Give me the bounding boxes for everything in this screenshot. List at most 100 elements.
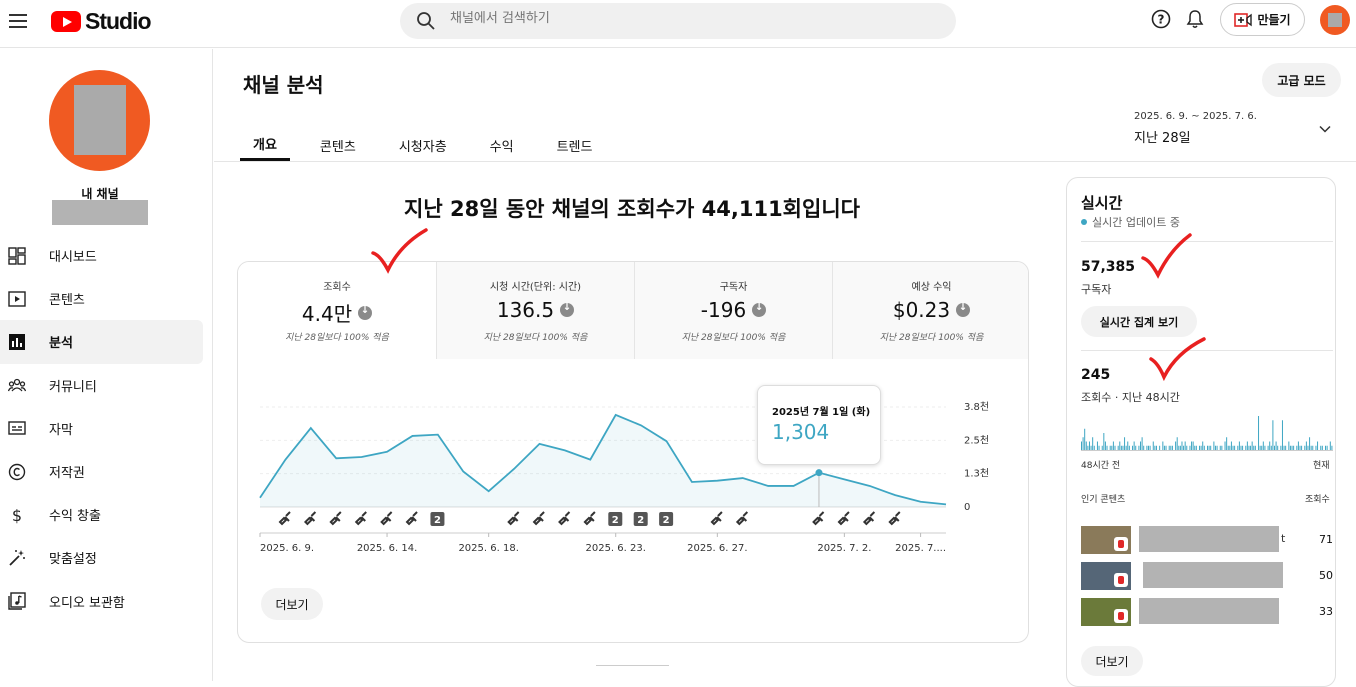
realtime-bar: [1275, 441, 1277, 450]
realtime-bar: [1280, 445, 1282, 450]
metric-value-row: 4.4만: [238, 298, 436, 327]
views-line-chart[interactable]: 0 1.3천 2.5천 3.8천 2 2 2 2 2025. 6. 9. 2025. 6. 14.…: [238, 359, 1029, 569]
metric-revenue[interactable]: 예상 수익 $0.23 지난 28일보다 100% 적음: [832, 262, 1028, 359]
sidebar-item-monetization[interactable]: $ 수익 창출: [0, 493, 203, 536]
realtime-bar: [1246, 441, 1248, 450]
sidebar-item-label: 대시보드: [49, 250, 97, 266]
popular-item[interactable]: 50: [1081, 562, 1333, 590]
realtime-bar-chart[interactable]: [1081, 406, 1333, 452]
tab-trends[interactable]: 트렌드: [544, 129, 606, 161]
popular-item[interactable]: t 71: [1081, 526, 1333, 554]
realtime-bar: [1259, 445, 1261, 450]
sidebar-item-subtitles[interactable]: 자막: [0, 407, 203, 450]
video-title-tail: t: [1281, 532, 1286, 545]
tab-overview[interactable]: 개요: [240, 129, 290, 161]
metric-value: -196: [700, 298, 747, 322]
chevron-down-icon[interactable]: [1318, 122, 1332, 136]
arrow-down-icon: [358, 305, 373, 320]
realtime-bar: [1179, 445, 1181, 450]
realtime-bar: [1288, 441, 1290, 450]
sidebar-item-dashboard[interactable]: 대시보드: [0, 234, 203, 277]
menu-icon[interactable]: [9, 11, 27, 28]
tab-audience[interactable]: 시청자층: [386, 129, 460, 161]
realtime-bar: [1155, 445, 1157, 450]
y-tick-label: 1.3천: [964, 468, 989, 480]
realtime-bar: [1232, 445, 1234, 450]
shorts-icon: [1114, 537, 1128, 551]
realtime-count-button[interactable]: 실시간 집계 보기: [1081, 306, 1197, 337]
realtime-card: 실시간 실시간 업데이트 중 57,385 구독자 실시간 집계 보기 245 …: [1066, 177, 1336, 687]
sidebar-item-customization[interactable]: 맞춤설정: [0, 536, 203, 579]
red-checkmark-annotation: [371, 228, 428, 274]
realtime-bar: [1090, 445, 1092, 450]
realtime-bar: [1312, 445, 1314, 450]
sidebar-item-analytics[interactable]: 분석: [0, 320, 203, 364]
sidebar-item-copyright[interactable]: 저작권: [0, 450, 203, 493]
realtime-bar: [1214, 445, 1216, 450]
search-icon: [417, 12, 435, 30]
tooltip-date: 2025년 7월 1일 (화): [772, 407, 871, 418]
channel-avatar[interactable]: [49, 70, 150, 171]
realtime-bar: [1132, 445, 1134, 450]
upload-link-icon: [710, 511, 723, 526]
help-icon[interactable]: ?: [1151, 9, 1171, 29]
realtime-bar: [1154, 445, 1156, 450]
upload-link-icon: [837, 511, 850, 526]
realtime-bar: [1307, 445, 1309, 450]
advanced-mode-button[interactable]: 고급 모드: [1262, 63, 1341, 97]
upload-count-label: 2: [637, 515, 644, 526]
tab-content[interactable]: 콘텐츠: [307, 129, 369, 161]
youtube-play-icon: [51, 11, 81, 32]
community-icon: [8, 379, 26, 392]
realtime-bar: [1138, 445, 1140, 450]
popular-item[interactable]: 33: [1081, 598, 1333, 626]
realtime-bar: [1176, 437, 1178, 450]
metric-value-row: 136.5: [437, 298, 634, 322]
upload-link-icon: [558, 511, 571, 526]
realtime-bar: [1310, 445, 1312, 450]
realtime-bar: [1281, 420, 1283, 450]
realtime-more-button[interactable]: 더보기: [1081, 646, 1143, 676]
create-button[interactable]: 만들기: [1220, 3, 1305, 36]
metric-value: 4.4만: [301, 302, 353, 326]
realtime-bar: [1320, 445, 1322, 450]
realtime-bar: [1092, 437, 1094, 450]
tab-revenue[interactable]: 수익: [477, 129, 527, 161]
realtime-bar: [1245, 445, 1247, 450]
realtime-bar: [1152, 441, 1154, 450]
realtime-bar: [1098, 445, 1100, 450]
red-checkmark-annotation: [1149, 337, 1206, 382]
realtime-status-text: 실시간 업데이트 중: [1092, 216, 1180, 229]
more-button[interactable]: 더보기: [261, 588, 323, 620]
realtime-bar: [1309, 437, 1311, 450]
metric-subscribers[interactable]: 구독자 -196 지난 28일보다 100% 적음: [634, 262, 832, 359]
date-period-select[interactable]: 지난 28일: [1134, 127, 1191, 146]
realtime-bar: [1270, 445, 1272, 450]
sidebar-item-community[interactable]: 커뮤니티: [0, 364, 203, 407]
search-bar[interactable]: [400, 3, 956, 39]
logo-text: Studio: [85, 8, 152, 34]
sidebar-item-content[interactable]: 콘텐츠: [0, 277, 203, 320]
realtime-bar: [1216, 445, 1218, 450]
realtime-bar: [1258, 416, 1260, 450]
realtime-bar: [1168, 445, 1170, 450]
copyright-icon: [8, 463, 26, 480]
realtime-bar: [1191, 441, 1193, 450]
upload-link-icon: [735, 511, 749, 526]
metric-watch-time[interactable]: 시청 시간(단위: 시간) 136.5 지난 28일보다 100% 적음: [436, 262, 634, 359]
metric-label: 조회수: [323, 282, 351, 293]
search-input[interactable]: [450, 11, 930, 26]
realtime-bar: [1101, 445, 1103, 450]
metric-value: $0.23: [892, 298, 951, 322]
realtime-bar: [1096, 441, 1098, 450]
realtime-bar: [1184, 441, 1186, 450]
metric-views[interactable]: 조회수 4.4만 지난 28일보다 100% 적음: [238, 262, 436, 359]
sidebar-item-audio-library[interactable]: 오디오 보관함: [0, 580, 203, 623]
realtime-bar: [1106, 445, 1108, 450]
bell-icon[interactable]: [1185, 9, 1205, 29]
realtime-bar: [1230, 441, 1232, 450]
studio-logo[interactable]: Studio: [51, 8, 152, 35]
popular-count-label: 조회수: [1305, 495, 1330, 505]
realtime-bar: [1178, 445, 1180, 450]
account-avatar[interactable]: [1320, 5, 1350, 35]
